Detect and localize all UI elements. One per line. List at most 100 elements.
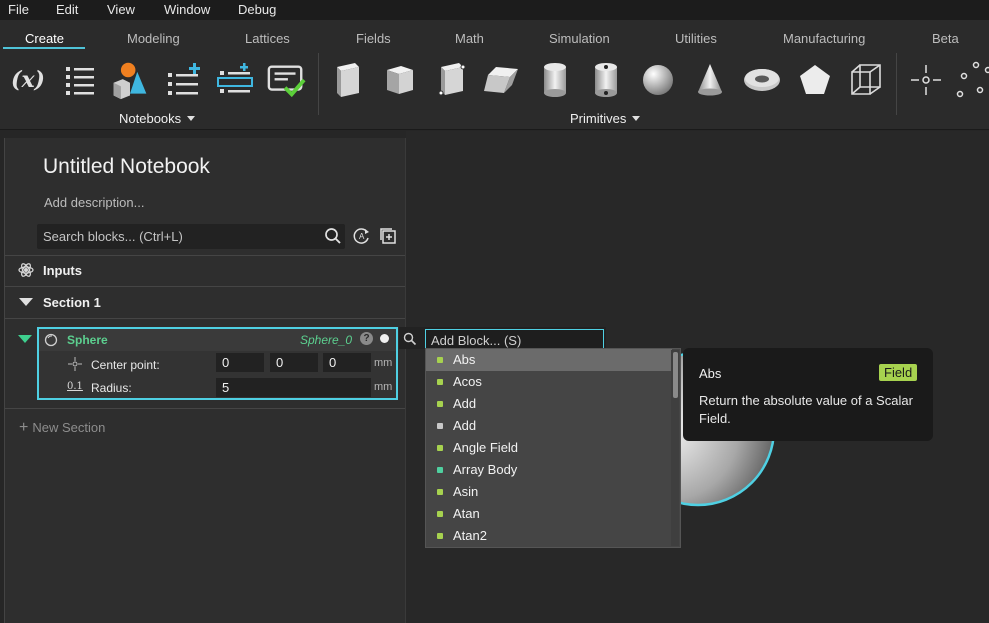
cone-primitive-icon[interactable]	[690, 58, 730, 102]
center-point-label: Center point:	[91, 358, 160, 372]
polygon-primitive-icon[interactable]	[795, 58, 835, 102]
point-icon	[67, 356, 83, 375]
chevron-down-icon	[187, 116, 196, 121]
field-type-dot	[437, 489, 443, 495]
svg-text:A: A	[359, 232, 365, 241]
menu-bar: File Edit View Window Debug	[0, 0, 989, 20]
field-type-dot	[437, 467, 443, 473]
sphere-icon	[44, 333, 58, 350]
list-item[interactable]: Abs	[426, 349, 672, 371]
torus-primitive-icon[interactable]	[742, 58, 782, 102]
list-item[interactable]: Add	[426, 393, 672, 415]
box-corner-primitive-icon[interactable]	[432, 58, 472, 102]
list-item[interactable]: Array Body	[426, 459, 672, 481]
center-y-field[interactable]: 0	[270, 353, 318, 372]
shapes-icon[interactable]	[110, 58, 150, 102]
divider	[5, 255, 405, 256]
list-item[interactable]: Atan2	[426, 525, 672, 547]
gear-atom-icon	[18, 262, 34, 281]
checklist-icon[interactable]	[266, 58, 306, 102]
cylinder-primitive-icon[interactable]	[535, 58, 575, 102]
dropdown-scroll-thumb[interactable]	[673, 352, 678, 398]
notebook-description[interactable]: Add description...	[44, 195, 144, 210]
section-collapse-icon[interactable]	[19, 298, 33, 306]
search-icon[interactable]	[324, 227, 342, 248]
section-1-header[interactable]: Section 1	[43, 295, 101, 310]
radius-unit: mm	[374, 381, 393, 393]
block-tooltip: Abs Field Return the absolute value of a…	[683, 348, 933, 441]
menu-view[interactable]: View	[107, 1, 135, 18]
search-icon	[403, 332, 417, 349]
list-item[interactable]: Angle Field	[426, 437, 672, 459]
ribbon-divider	[896, 53, 897, 115]
insert-section-icon[interactable]	[216, 58, 256, 102]
cube-primitive-icon[interactable]	[380, 58, 420, 102]
block-variable-name[interactable]: Sphere_0	[300, 333, 352, 347]
notebook-title[interactable]: Untitled Notebook	[43, 155, 210, 179]
field-type-dot	[437, 533, 443, 539]
field-type-dot	[437, 445, 443, 451]
point-icon[interactable]	[906, 58, 946, 102]
list-item[interactable]: Atan	[426, 503, 672, 525]
radius-label: Radius:	[91, 381, 132, 395]
bounding-box-icon[interactable]	[846, 58, 886, 102]
cylinder-points-primitive-icon[interactable]	[586, 58, 626, 102]
menu-edit[interactable]: Edit	[56, 1, 78, 18]
menu-file[interactable]: File	[8, 1, 29, 18]
field-type-dot	[437, 401, 443, 407]
notebooks-group-label[interactable]: Notebooks	[119, 111, 196, 126]
divider	[5, 408, 405, 409]
primitives-group-label[interactable]: Primitives	[570, 111, 641, 126]
menu-debug[interactable]: Debug	[238, 1, 276, 18]
sphere-primitive-icon[interactable]	[638, 58, 678, 102]
tab-lattices[interactable]: Lattices	[245, 31, 290, 46]
visibility-dot-icon[interactable]	[380, 334, 389, 343]
tab-utilities[interactable]: Utilities	[675, 31, 717, 46]
box-primitive-icon[interactable]	[327, 58, 367, 102]
block-type-label: Sphere	[67, 333, 108, 347]
point-cloud-icon[interactable]	[952, 58, 989, 102]
ribbon-divider	[318, 53, 319, 115]
inputs-header[interactable]: Inputs	[43, 263, 82, 278]
block-dropdown-list: Abs Acos Add Add Angle Field Array Body …	[425, 348, 681, 548]
help-icon[interactable]: ?	[360, 332, 373, 345]
tab-fields[interactable]: Fields	[356, 31, 391, 46]
divider	[5, 286, 405, 287]
plus-icon: +	[19, 419, 29, 436]
parallelepiped-primitive-icon[interactable]	[482, 58, 522, 102]
active-tab-indicator	[3, 47, 85, 49]
list-icon[interactable]	[60, 58, 100, 102]
center-x-field[interactable]: 0	[216, 353, 264, 372]
field-type-dot	[437, 357, 443, 363]
list-item[interactable]: Acos	[426, 371, 672, 393]
tab-math[interactable]: Math	[455, 31, 484, 46]
ai-refresh-icon[interactable]: A	[353, 227, 371, 248]
radius-field[interactable]: 5	[216, 378, 371, 397]
tab-simulation[interactable]: Simulation	[549, 31, 610, 46]
search-placeholder: Search blocks... (Ctrl+L)	[43, 229, 183, 244]
add-block-icon[interactable]	[379, 227, 397, 248]
block-collapse-icon[interactable]	[18, 335, 32, 343]
center-unit: mm	[374, 357, 393, 369]
divider	[5, 318, 405, 319]
variable-icon[interactable]: (x)	[8, 58, 48, 102]
sphere-block-header: Sphere Sphere_0 ?	[39, 329, 396, 351]
list-item[interactable]: Asin	[426, 481, 672, 503]
tooltip-description: Return the absolute value of a Scalar Fi…	[699, 393, 913, 426]
add-block-placeholder: Add Block... (S)	[431, 333, 522, 348]
add-block-input[interactable]: Add Block... (S)	[425, 329, 604, 350]
list-item[interactable]: Add	[426, 415, 672, 437]
ribbon-tabs: Create Modeling Lattices Fields Math Sim…	[0, 20, 989, 50]
field-type-dot	[437, 379, 443, 385]
add-list-icon[interactable]	[164, 58, 204, 102]
center-z-field[interactable]: 0	[323, 353, 371, 372]
scalar-icon: 0.1	[67, 381, 83, 392]
tab-create[interactable]: Create	[25, 31, 64, 46]
tab-modeling[interactable]: Modeling	[127, 31, 180, 46]
tab-beta[interactable]: Beta	[932, 31, 959, 46]
tab-manufacturing[interactable]: Manufacturing	[783, 31, 865, 46]
search-blocks-input[interactable]: Search blocks... (Ctrl+L)	[37, 224, 345, 249]
new-section-button[interactable]: + New Section	[19, 419, 105, 437]
menu-window[interactable]: Window	[164, 1, 210, 18]
chevron-down-icon	[632, 116, 641, 121]
